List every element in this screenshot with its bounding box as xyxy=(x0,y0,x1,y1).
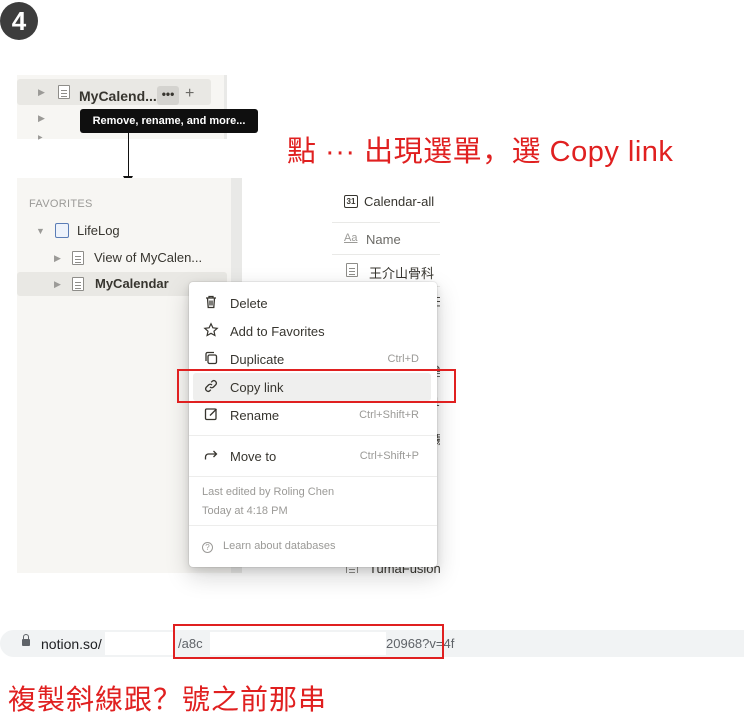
collapse-triangle-icon[interactable]: ▼ xyxy=(36,226,45,236)
menu-divider xyxy=(189,476,437,477)
menu-item-label: Duplicate xyxy=(230,352,285,367)
menu-divider xyxy=(189,435,437,436)
menu-item-shortcut: Ctrl+Shift+P xyxy=(359,450,419,462)
help-icon: ? xyxy=(202,542,213,553)
sidebar-item-lifelog[interactable]: ▼ LifeLog xyxy=(17,219,227,243)
annotation-arrow xyxy=(128,133,129,177)
sidebar-item-label: View of MyCalen... xyxy=(94,250,203,265)
menu-item-rename[interactable]: Rename Ctrl+Shift+R xyxy=(189,401,437,429)
expand-triangle-icon[interactable]: ▶ xyxy=(38,134,43,141)
menu-item-shortcut: Ctrl+D xyxy=(387,353,419,365)
expand-triangle-icon[interactable]: ▶ xyxy=(54,253,61,264)
menu-item-shortcut: Ctrl+Shift+R xyxy=(359,409,419,421)
last-edited-text: Last edited by Roling Chen xyxy=(202,486,335,498)
instruction-top: 點 ··· 出現選單，選 Copy link xyxy=(287,136,674,168)
menu-item-label: Delete xyxy=(230,296,268,311)
more-options-button[interactable]: ••• xyxy=(157,86,179,105)
rename-icon xyxy=(204,408,217,421)
tooltip: Remove, rename, and more... xyxy=(80,109,258,133)
duplicate-icon xyxy=(205,351,218,365)
star-icon xyxy=(203,322,219,337)
menu-item-label: Rename xyxy=(230,408,280,423)
page-icon xyxy=(72,277,84,291)
menu-item-label: Add to Favorites xyxy=(230,324,325,339)
context-menu: Delete Add to Favorites Duplicate Ctrl+D… xyxy=(189,282,437,567)
step-number-badge: 4 xyxy=(0,2,38,40)
menu-item-move-to[interactable]: Move to Ctrl+Shift+P xyxy=(189,442,437,470)
database-title[interactable]: Calendar-all xyxy=(364,194,434,209)
learn-label: Learn about databases xyxy=(223,540,336,552)
menu-item-add-to-favorites[interactable]: Add to Favorites xyxy=(189,317,437,345)
add-page-button[interactable]: + xyxy=(185,85,194,103)
sidebar-item-label: LifeLog xyxy=(77,223,120,238)
menu-item-delete[interactable]: Delete xyxy=(189,289,437,317)
highlight-box-copy-link xyxy=(177,369,456,403)
favorites-header: FAVORITES xyxy=(29,198,93,210)
table-row[interactable]: 王介山骨科 xyxy=(369,263,434,282)
highlight-box-url-id xyxy=(173,624,444,659)
learn-about-databases-link[interactable]: ? Learn about databases xyxy=(202,540,336,553)
instruction-bottom: 複製斜線跟？號之前那串 xyxy=(8,684,328,715)
lock-icon xyxy=(22,634,30,646)
sidebar-item-label: MyCalendar xyxy=(95,276,169,291)
linked-page-icon xyxy=(72,251,84,265)
menu-item-label: Move to xyxy=(230,449,277,464)
database-page-icon xyxy=(55,223,69,238)
menu-divider xyxy=(189,525,437,526)
edited-time-text: Today at 4:18 PM xyxy=(202,505,288,517)
expand-triangle-icon[interactable]: ▶ xyxy=(54,279,61,290)
name-column-header[interactable]: Name xyxy=(366,232,401,247)
move-arrow-icon xyxy=(204,450,218,460)
calendar-icon: 31 xyxy=(344,195,358,208)
expand-triangle-icon[interactable]: ▶ xyxy=(38,113,45,124)
sidebar-item-mycalendar-hover[interactable]: ▶ MyCalend... ••• + xyxy=(17,79,211,105)
sidebar-item-view-of-mycalendar[interactable]: ▶ View of MyCalen... xyxy=(17,246,227,270)
expand-triangle-icon[interactable]: ▶ xyxy=(38,87,45,98)
trash-icon xyxy=(206,295,216,309)
page-icon xyxy=(58,85,70,99)
text-property-icon: Aa xyxy=(344,232,358,244)
url-domain: notion.so/ xyxy=(41,636,102,652)
page-icon xyxy=(346,263,358,277)
sidebar-item-label: MyCalend... xyxy=(79,88,157,104)
